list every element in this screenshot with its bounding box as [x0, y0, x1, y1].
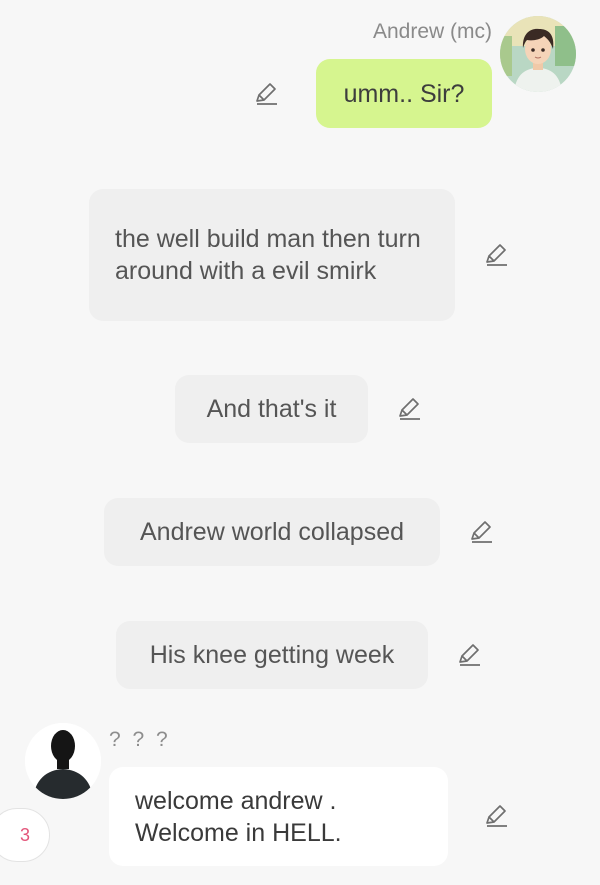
message-text: welcome andrew . Welcome in HELL.: [135, 786, 342, 847]
edit-pencil-icon[interactable]: [482, 241, 510, 269]
narration-bubble[interactable]: His knee getting week: [116, 621, 428, 689]
message-text: And that's it: [206, 395, 337, 423]
message-bubble-mc[interactable]: umm.. Sir?: [316, 59, 492, 128]
message-text: the well build man then turn around with…: [115, 225, 421, 285]
message-bubble-unknown[interactable]: welcome andrew . Welcome in HELL.: [109, 767, 448, 866]
edit-pencil-icon[interactable]: [482, 802, 510, 830]
narration-bubble[interactable]: the well build man then turn around with…: [89, 189, 455, 321]
unknown-speaker-name: ? ? ?: [109, 728, 171, 751]
message-text: His knee getting week: [149, 641, 395, 669]
anime-boy-avatar-icon: [500, 16, 576, 92]
page-number-badge[interactable]: 3: [0, 808, 50, 862]
sender-name: Andrew (mc): [372, 20, 492, 43]
edit-pencil-icon[interactable]: [395, 395, 423, 423]
edit-pencil-icon[interactable]: [252, 80, 280, 108]
chat-screen: Andrew (mc) umm.. Sir? the well build ma…: [0, 0, 600, 885]
narration-bubble[interactable]: And that's it: [175, 375, 368, 443]
edit-pencil-icon[interactable]: [467, 518, 495, 546]
message-text: umm.. Sir?: [343, 79, 465, 108]
message-text: Andrew world collapsed: [139, 518, 405, 546]
silhouette-avatar-icon: [25, 723, 101, 799]
narration-bubble[interactable]: Andrew world collapsed: [104, 498, 440, 566]
edit-pencil-icon[interactable]: [455, 641, 483, 669]
unknown-speaker-avatar[interactable]: [25, 723, 101, 799]
mc-avatar[interactable]: [500, 16, 576, 92]
